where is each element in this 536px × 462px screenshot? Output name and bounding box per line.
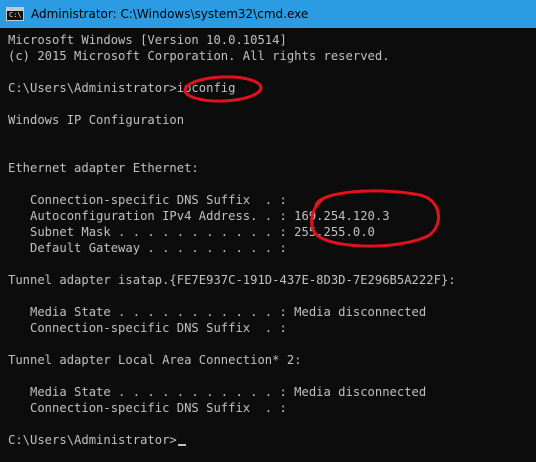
console-line-isatap-dns: Connection-specific DNS Suffix . : [8, 321, 287, 335]
console-line-eth-gateway: Default Gateway . . . . . . . . . : [8, 241, 287, 255]
text-cursor [177, 444, 186, 446]
window-title: Administrator: C:\Windows\system32\cmd.e… [31, 7, 309, 21]
console-line-prompt[interactable]: C:\Users\Administrator> [8, 432, 186, 448]
console-output[interactable]: Microsoft Windows [Version 10.0.10514] (… [0, 28, 536, 462]
console-line-lac-dns: Connection-specific DNS Suffix . : [8, 401, 287, 415]
command-prompt-icon-text: C:\ [9, 11, 22, 19]
console-line-lac-header: Tunnel adapter Local Area Connection* 2: [8, 353, 302, 367]
console-line-lac-media: Media State . . . . . . . . . . . : Medi… [8, 385, 427, 399]
console-line-eth-dns-suffix: Connection-specific DNS Suffix . : [8, 193, 287, 207]
console-line-isatap-header: Tunnel adapter isatap.{FE7E937C-191D-437… [8, 273, 456, 287]
console-line-isatap-media: Media State . . . . . . . . . . . : Medi… [8, 305, 427, 319]
console-line-copyright: (c) 2015 Microsoft Corporation. All righ… [8, 49, 390, 63]
console-line-ip-config-header: Windows IP Configuration [8, 113, 185, 127]
cmd-window: C:\ Administrator: C:\Windows\system32\c… [0, 0, 536, 462]
title-bar[interactable]: C:\ Administrator: C:\Windows\system32\c… [0, 0, 536, 28]
console-line-version: Microsoft Windows [Version 10.0.10514] [8, 33, 287, 47]
console-line-eth-subnet: Subnet Mask . . . . . . . . . . . : 255.… [8, 225, 375, 239]
console-line-eth-ipv4: Autoconfiguration IPv4 Address. . : 169.… [8, 209, 390, 223]
console-line-ethernet-header: Ethernet adapter Ethernet: [8, 161, 199, 175]
prompt-text: C:\Users\Administrator> [8, 433, 177, 447]
command-prompt-icon: C:\ [6, 7, 24, 21]
console-line-command: C:\Users\Administrator>ipconfig [8, 81, 236, 95]
